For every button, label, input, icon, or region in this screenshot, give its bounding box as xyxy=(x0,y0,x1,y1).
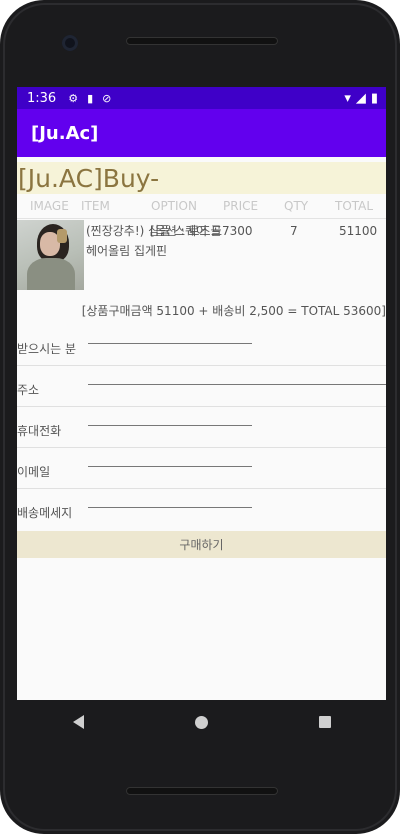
table-header: IMAGE ITEM OPTION PRICE QTY TOTAL xyxy=(17,194,386,219)
item-option: [옵션 : 로즈골 xyxy=(150,224,222,238)
app-screen: 1:36 ⚙ ▮ ⊘ ▾ ◢ ▮ [Ju.Ac] [Ju.AC]Buy- IMA… xyxy=(17,87,386,700)
address-label: 주소 xyxy=(17,383,40,397)
col-header-option: OPTION xyxy=(151,199,197,213)
address-row: 주소 xyxy=(17,366,386,407)
item-qty: 7 xyxy=(290,224,298,238)
recent-apps-icon[interactable] xyxy=(318,716,331,728)
back-icon[interactable] xyxy=(72,715,84,729)
bottom-speaker xyxy=(126,787,278,795)
phone-label: 휴대전화 xyxy=(17,424,62,438)
message-row: 배송메세지 xyxy=(17,489,386,529)
item-price: 7300 xyxy=(222,224,253,238)
item-total: 51100 xyxy=(339,224,378,238)
app-bar: [Ju.Ac] xyxy=(17,109,386,157)
wifi-icon: ▾ xyxy=(344,90,351,106)
front-camera xyxy=(62,35,78,51)
signal-icon: ◢ xyxy=(355,90,366,106)
sd-card-icon: ▮ xyxy=(87,91,94,105)
status-bar: 1:36 ⚙ ▮ ⊘ ▾ ◢ ▮ xyxy=(17,87,386,109)
home-icon[interactable] xyxy=(194,715,208,729)
app-title: [Ju.Ac] xyxy=(31,122,99,144)
col-header-image: IMAGE xyxy=(30,199,69,213)
email-field[interactable] xyxy=(88,466,252,467)
battery-icon: ▮ xyxy=(370,90,378,106)
navigation-bar xyxy=(17,700,386,744)
col-header-qty: QTY xyxy=(284,199,309,213)
col-header-price: PRICE xyxy=(223,199,259,213)
buy-button[interactable]: 구매하기 xyxy=(17,531,386,558)
order-summary: [상품구매금액 51100 + 배송비 2,500 = TOTAL 53600] xyxy=(81,304,386,318)
earpiece-speaker xyxy=(126,37,278,45)
settings-gear-icon: ⚙ xyxy=(68,91,79,105)
phone-row: 휴대전화 xyxy=(17,407,386,448)
recipient-field[interactable] xyxy=(88,343,252,344)
page-heading: [Ju.AC]Buy- xyxy=(17,162,386,194)
phone-field[interactable] xyxy=(88,425,252,426)
recipient-row: 받으시는 분 xyxy=(17,325,386,366)
col-header-total: TOTAL xyxy=(335,199,374,213)
status-time: 1:36 xyxy=(27,90,57,106)
product-image[interactable] xyxy=(17,220,84,290)
address-field[interactable] xyxy=(88,384,386,385)
table-row[interactable]: (찐장강추!) 심플 스퀘어 드 헤어올림 집게핀 [옵션 : 로즈골 7300… xyxy=(17,219,386,291)
email-label: 이메일 xyxy=(17,465,51,479)
col-header-item: ITEM xyxy=(81,199,110,213)
email-row: 이메일 xyxy=(17,448,386,489)
message-label: 배송메세지 xyxy=(17,506,73,520)
message-field[interactable] xyxy=(88,507,252,508)
phone-frame: 1:36 ⚙ ▮ ⊘ ▾ ◢ ▮ [Ju.Ac] [Ju.AC]Buy- IMA… xyxy=(0,0,400,834)
data-saver-icon: ⊘ xyxy=(102,91,112,105)
recipient-label: 받으시는 분 xyxy=(17,342,77,356)
